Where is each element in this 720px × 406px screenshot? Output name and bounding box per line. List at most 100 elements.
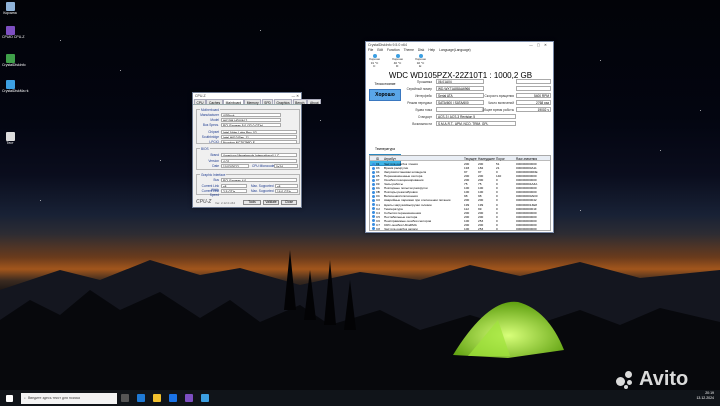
col-worst[interactable]: Наихудшее (478, 157, 495, 161)
tab-memory[interactable]: Memory (244, 99, 262, 105)
taskbar-search-box[interactable]: ⌕ Введите здесь текст для поиска (21, 392, 117, 404)
field-row: Интерфейс (404, 94, 432, 98)
file-icon (5, 132, 15, 141)
col-raw[interactable]: Raw-значения (516, 157, 537, 161)
menu-help[interactable]: Help (428, 48, 435, 53)
field-label: Серийный номер (406, 87, 432, 91)
field-label: Model (210, 118, 219, 122)
field-label: Southbridge (201, 135, 219, 139)
col-id[interactable]: ID (376, 157, 379, 161)
field-value: x8 (275, 184, 298, 188)
field-value: 5400 RPM (516, 93, 551, 98)
field-value: PCI-Express 4.0 (221, 178, 297, 182)
menu-function[interactable]: Function (387, 48, 400, 53)
desktop-icon-crystaldiskmark[interactable]: CrystalDiskMa rk (2, 80, 28, 93)
field-row: Chipset Intel Alder Lake Rev. 02 (197, 130, 299, 134)
motherboard-group: Motherboard Manufacturer ASRock Model H610… (196, 107, 300, 144)
avito-watermark: Avito (616, 368, 688, 390)
menu-theme[interactable]: Theme (404, 48, 414, 53)
table-cell: 000000000000 (516, 226, 537, 231)
cpuz-window[interactable]: CPU-Z — ✕ CPU Caches Mainboard Memory SP… (192, 92, 322, 208)
desktop-icon-recycle-bin[interactable]: Корзина (2, 2, 18, 15)
menu-file[interactable]: File (368, 48, 373, 53)
bios-group: BIOS Brand American Megatrends Internatio… (196, 146, 300, 170)
menu-language[interactable]: Language(Language) (439, 48, 471, 53)
desktop-icon-crystaldiskinfo[interactable]: CrystalDiskInfo (2, 54, 26, 67)
taskbar: ⌕ Введите здесь текст для поиска 20:19 1… (0, 390, 720, 406)
tools-button[interactable]: Tools (243, 200, 261, 205)
field-row: Bus PCI-Express 4.0 (197, 178, 299, 182)
field-value: 19002 ч (516, 107, 551, 112)
field-value: PCI-Express 5.0 (32.0 GT/s) (221, 123, 281, 127)
cpuz-tabs: CPU Caches Mainboard Memory SPD Graphics… (193, 99, 322, 105)
field-label: Буква тома (415, 108, 433, 112)
star (600, 60, 601, 61)
col-threshold[interactable]: Порог (496, 157, 505, 161)
window-controls[interactable]: —▢✕ (529, 43, 551, 47)
field-value: 4.02 (221, 159, 297, 163)
disk-letter: D: (396, 64, 399, 68)
field-label: Bus (213, 178, 220, 182)
field-label: Max. Supported (251, 184, 274, 188)
tab-bench[interactable]: Bench (292, 99, 307, 105)
disk-selector-e[interactable]: Хорошо 32 °C E: (415, 54, 426, 68)
field-row: Серийный номер (404, 87, 432, 91)
validate-button[interactable]: Validate (263, 200, 279, 205)
desktop-icon-label: CPUID CPU-Z (2, 35, 25, 39)
field-label: Интерфейс (415, 94, 432, 98)
store-icon[interactable] (169, 394, 177, 402)
crystaldiskinfo-taskbar-icon[interactable] (201, 394, 209, 402)
disk-letter: E: (419, 64, 422, 68)
field-value-empty (516, 79, 551, 84)
tent-illustration (453, 301, 564, 358)
file-explorer-icon[interactable] (153, 394, 161, 402)
search-placeholder: Введите здесь текст для поиска (27, 396, 80, 400)
tab-cpu[interactable]: CPU (194, 99, 206, 105)
field-value: American Megatrends International LLC. (221, 153, 297, 157)
close-icon[interactable]: — ✕ (292, 94, 299, 98)
desktop-icon-label: Корзина (3, 11, 17, 15)
cpuz-taskbar-icon[interactable] (185, 394, 193, 402)
tab-graphics[interactable]: Graphics (273, 99, 293, 105)
system-clock[interactable]: 20:19 13.12.2024 (696, 391, 714, 401)
star (260, 30, 261, 31)
table-cell: 0 (496, 226, 498, 231)
disk-selector-c[interactable]: Хорошо 31 °C C: (369, 54, 380, 68)
tab-about[interactable]: About (307, 99, 322, 105)
field-row: Manufacturer ASRock (197, 113, 299, 117)
graphic-interface-group: Graphic Interface Bus PCI-Express 4.0 Cur… (196, 172, 300, 197)
field-label: Chipset (208, 130, 219, 134)
smart-table[interactable]: ID Атрибут Текущее Наихудшее Порог Raw-з… (369, 155, 551, 231)
task-view-icon[interactable] (121, 394, 129, 402)
tab-spd[interactable]: SPD (261, 99, 274, 105)
close-button[interactable]: Close (281, 200, 297, 205)
tab-mainboard[interactable]: Mainboard (223, 99, 244, 105)
edge-icon[interactable] (137, 394, 145, 402)
field-label: Стандарт (417, 115, 432, 119)
desktop-icon-test[interactable]: Тест (2, 132, 18, 145)
tab-caches[interactable]: Caches (206, 99, 223, 105)
desktop-icon-cpuz[interactable]: CPUID CPU-Z (2, 26, 25, 39)
desktop-icon-label: Тест (6, 141, 14, 145)
star (160, 160, 161, 161)
window-title: CrystalDiskInfo 9.5.0 x64 (368, 43, 407, 47)
col-attribute[interactable]: Атрибут (384, 157, 396, 161)
disk-selector-d[interactable]: Хорошо 40 °C D: (392, 54, 403, 68)
window-title: CPU-Z (195, 94, 206, 98)
field-value: S.M.A.R.T., APM, NCQ, TRIM, GPL (436, 121, 516, 126)
crystaldiskmark-app-icon (5, 80, 15, 89)
menu-disk[interactable]: Disk (418, 48, 424, 53)
field-label: Brand (210, 153, 219, 157)
crystaldiskinfo-window[interactable]: CrystalDiskInfo 9.5.0 x64 —▢✕ File Edit … (365, 41, 554, 233)
table-cell: 253 (478, 226, 484, 231)
windows-start-icon[interactable] (6, 394, 13, 402)
field-label: Date (212, 164, 219, 168)
recycle-bin-icon (5, 2, 15, 11)
table-row[interactable]: C8 Частота ошибок записи 100 253 0 0000000000… (370, 226, 550, 231)
menu-edit[interactable]: Edit (377, 48, 383, 53)
col-current[interactable]: Текущее (464, 157, 477, 161)
disk-letter: C: (373, 64, 376, 68)
field-value-empty (516, 86, 551, 91)
field-value: 11/03/2022 (221, 164, 249, 168)
temperature-label: Температура (375, 147, 395, 151)
